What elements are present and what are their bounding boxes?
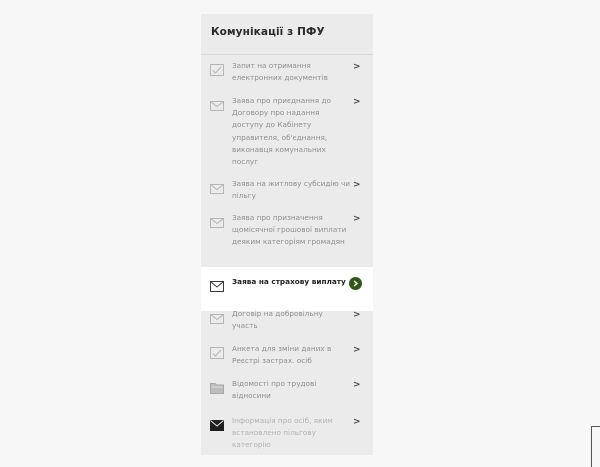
menu-item-voluntary-participation[interactable]: Договір на добровільну участь >	[201, 309, 373, 339]
chevron-right-icon: >	[353, 97, 361, 107]
corner-frame-edge	[591, 426, 600, 467]
chevron-right-icon: >	[353, 180, 361, 190]
folder-icon	[210, 379, 224, 394]
menu-item-label: Заява про приєднання до Договору про над…	[232, 96, 332, 167]
chevron-right-icon: >	[353, 62, 361, 72]
menu-item-label: Заява про призначення щомісячної грошово…	[232, 213, 347, 247]
title-divider	[201, 54, 373, 55]
chevron-right-icon: >	[353, 214, 361, 224]
checked-form-icon	[210, 61, 224, 76]
menu-item-label: Відомості про трудові відносини	[232, 379, 317, 401]
menu-item-label: Запит на отримання електронних документі…	[232, 61, 328, 83]
checked-form-icon	[210, 344, 224, 359]
menu-item-labor-relations[interactable]: Відомості про трудові відносини >	[201, 379, 373, 409]
menu-item-label: Заява на житлову субсидію чи пільгу	[232, 179, 350, 201]
menu-item-label: Заява на страхову виплату	[232, 277, 346, 286]
open-envelope-icon	[210, 179, 224, 194]
chevron-right-icon: >	[353, 310, 361, 320]
menu-item-housing-subsidy[interactable]: Заява на житлову субсидію чи пільгу >	[201, 179, 373, 207]
menu-item-cabinet-agreement[interactable]: Заява про приєднання до Договору про над…	[201, 96, 373, 171]
menu-item-registry-data-change[interactable]: Анкета для зміни даних в Реєстрі застрах…	[201, 344, 373, 374]
chevron-right-icon: >	[353, 345, 361, 355]
menu-item-label: Анкета для зміни даних в Реєстрі застрах…	[232, 344, 332, 366]
chevron-right-icon: >	[353, 380, 361, 390]
chevron-right-icon: >	[353, 417, 361, 427]
menu-item-electronic-documents[interactable]: Запит на отримання електронних документі…	[201, 61, 373, 91]
open-envelope-icon	[210, 213, 224, 228]
open-envelope-icon	[210, 96, 224, 111]
envelope-icon	[210, 277, 224, 292]
menu-item-label: Договір на добровільну участь	[232, 309, 323, 331]
panel-title: Комунікації з ПФУ	[211, 26, 325, 38]
side-menu-panel: Комунікації з ПФУ Запит на отримання еле…	[201, 14, 373, 455]
menu-item-preferential-category[interactable]: Інформація про осіб, яким встановлено пі…	[201, 416, 373, 454]
menu-item-monthly-payment[interactable]: Заява про призначення щомісячної грошово…	[201, 213, 373, 268]
menu-item-insurance-payment[interactable]: Заява на страхову виплату	[201, 267, 373, 311]
menu-item-label: Інформація про осіб, яким встановлено пі…	[232, 416, 333, 450]
filled-envelope-icon	[210, 416, 224, 431]
open-envelope-icon	[210, 309, 224, 324]
active-chevron-icon	[349, 277, 362, 290]
